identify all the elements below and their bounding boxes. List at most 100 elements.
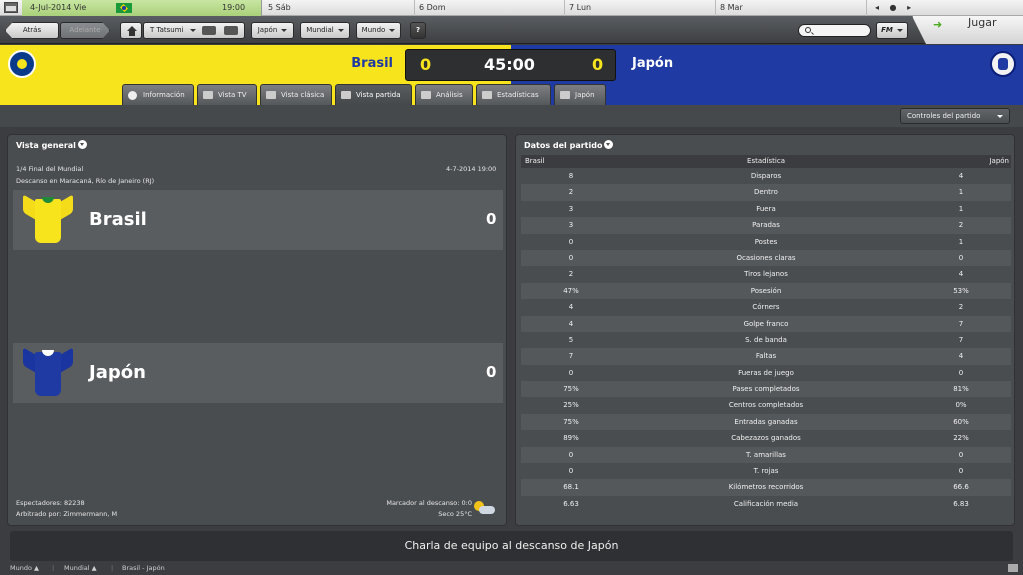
back-button[interactable]: Atrás (5, 22, 59, 39)
stat-name: Entradas ganadas (734, 417, 798, 426)
day-divider (414, 0, 415, 16)
dropdown-arrow-icon[interactable] (604, 140, 614, 149)
japan-badge-icon[interactable] (990, 51, 1016, 77)
stat-name: Fueras de juego (738, 368, 794, 377)
brazil-flag-icon (116, 3, 132, 13)
tab-estadisticas[interactable]: Estadísticas (476, 84, 551, 105)
pitch-icon (266, 91, 276, 99)
competition-menu[interactable]: Mundial (300, 22, 350, 39)
match-controls-dropdown[interactable]: Controles del partido (900, 108, 1010, 124)
stat-name: Golpe franco (743, 319, 789, 328)
breadcrumb-match[interactable]: Brasil - Japón (122, 562, 165, 574)
search-input[interactable] (798, 24, 871, 37)
stats-row: 0 T. rojas 0 (521, 463, 1011, 480)
stat-name: T. rojas (753, 467, 779, 476)
tv-icon (203, 91, 213, 99)
stat-away-value: 1 (958, 237, 964, 246)
away-team-row[interactable]: Japón 0 (13, 343, 503, 403)
world-menu[interactable]: Mundo (356, 22, 401, 39)
stat-name: Tiros lejanos (744, 270, 788, 279)
stat-away-value: 0 (958, 368, 964, 377)
breadcrumb-divider: | (52, 564, 55, 572)
stat-away-value: 53% (953, 286, 969, 295)
stats-header-stat: Estadística (747, 157, 785, 165)
dropdown-arrow-icon[interactable] (77, 140, 87, 149)
manager-name: T Tatsumi (150, 26, 184, 34)
stat-home-value: 0 (568, 450, 574, 459)
day-cell-1[interactable]: 5 Sáb (268, 3, 291, 12)
stats-table: Brasil Estadística Japón 8 Disparos 4 2 Dent… (521, 155, 1011, 513)
stat-name: Disparos (750, 172, 782, 180)
info-icon (128, 91, 137, 100)
home-icon[interactable] (120, 22, 142, 39)
stat-name: Faltas (755, 352, 777, 361)
stat-away-value: 2 (958, 221, 964, 230)
tab-label: Japón (575, 91, 595, 99)
breadcrumb-world[interactable]: Mundo ▲ (10, 562, 39, 574)
fm-menu-button[interactable]: FM (876, 22, 908, 39)
search-icon (805, 27, 811, 33)
stat-home-value: 2 (568, 270, 574, 279)
subheader-strip (0, 105, 1023, 127)
stat-home-value: 8 (568, 172, 574, 180)
mail-icon[interactable] (224, 26, 238, 35)
home-shirt-icon (23, 194, 73, 245)
current-day-cell[interactable]: 4-Jul-2014 Vie 19:00 (22, 0, 262, 16)
day-cell-2[interactable]: 6 Dom (419, 3, 445, 12)
inbox-icon[interactable] (202, 26, 216, 35)
stats-row: 2 Tiros lejanos 4 (521, 266, 1011, 283)
tab-vista-partida[interactable]: Vista partida (335, 84, 412, 105)
window-icon[interactable] (1008, 564, 1018, 572)
day-cell-4[interactable]: 8 Mar (720, 3, 743, 12)
home-team-row[interactable]: Brasil 0 (13, 190, 503, 250)
stats-title[interactable]: Datos del partido (524, 140, 614, 150)
stats-row: 5 S. de banda 7 (521, 331, 1011, 349)
continue-label: Jugar (968, 16, 997, 29)
current-date: 4-Jul-2014 Vie (30, 3, 87, 12)
tab-vista-tv[interactable]: Vista TV (197, 84, 257, 105)
overview-title[interactable]: Vista general (16, 140, 87, 150)
help-button[interactable]: ? (410, 22, 426, 39)
calendar-nav-controls[interactable]: ◂ ● ▸ (875, 3, 915, 12)
away-team-name[interactable]: Japón (632, 56, 673, 71)
stat-away-value: 4 (958, 270, 964, 279)
home-score: 0 (420, 55, 432, 74)
home-team-label: Brasil (89, 209, 147, 230)
stat-name: Posesión (750, 286, 782, 295)
breadcrumb-divider: | (111, 564, 114, 572)
stats-row: 3 Paradas 2 (521, 217, 1011, 234)
team-menu[interactable]: Japón (251, 22, 294, 39)
stat-away-value: 4 (958, 172, 964, 180)
tab-label: Información (143, 91, 185, 99)
stat-away-value: 6.83 (953, 499, 969, 508)
stats-icon (482, 91, 492, 99)
tab-informacion[interactable]: Información (122, 84, 194, 105)
scoreboard: 0 45:00 0 (405, 49, 616, 81)
tab-analisis[interactable]: Análisis (415, 84, 473, 105)
date-bar: 4-Jul-2014 Vie 19:00 5 Sáb 6 Dom 7 Lun 8… (0, 0, 1023, 16)
tab-japon[interactable]: Japón (554, 84, 606, 105)
brazil-badge-icon[interactable] (8, 50, 36, 78)
home-team-name[interactable]: Brasil (330, 56, 393, 71)
stats-row: 3 Fuera 1 (521, 200, 1011, 218)
breadcrumb-competition[interactable]: Mundial ▲ (64, 562, 97, 574)
stat-away-value: 0% (955, 401, 967, 410)
stat-away-value: 1 (958, 188, 964, 197)
stat-home-value: 0 (568, 467, 574, 476)
stats-row: 75% Pases completados 81% (521, 381, 1011, 398)
manager-menu[interactable]: T Tatsumi (143, 22, 245, 39)
stats-row: 47% Posesión 53% (521, 282, 1011, 300)
stat-away-value: 81% (953, 385, 969, 394)
continue-button[interactable]: ➜ Jugar (912, 16, 1023, 44)
forward-button[interactable]: Adelante (60, 22, 110, 39)
stat-home-value: 7 (568, 352, 574, 361)
match-clock: 45:00 (484, 55, 535, 74)
day-cell-3[interactable]: 7 Lun (569, 3, 591, 12)
calendar-icon[interactable] (4, 2, 18, 13)
tab-vista-clasica[interactable]: Vista clásica (260, 84, 332, 105)
stat-name: Dentro (754, 188, 778, 197)
play-arrow-icon: ➜ (933, 18, 943, 31)
team-talk-button[interactable]: Charla de equipo al descanso de Japón (10, 531, 1013, 561)
match-stats-panel: Datos del partido Brasil Estadística Jap… (515, 134, 1015, 526)
stat-away-value: 66.6 (953, 483, 969, 492)
